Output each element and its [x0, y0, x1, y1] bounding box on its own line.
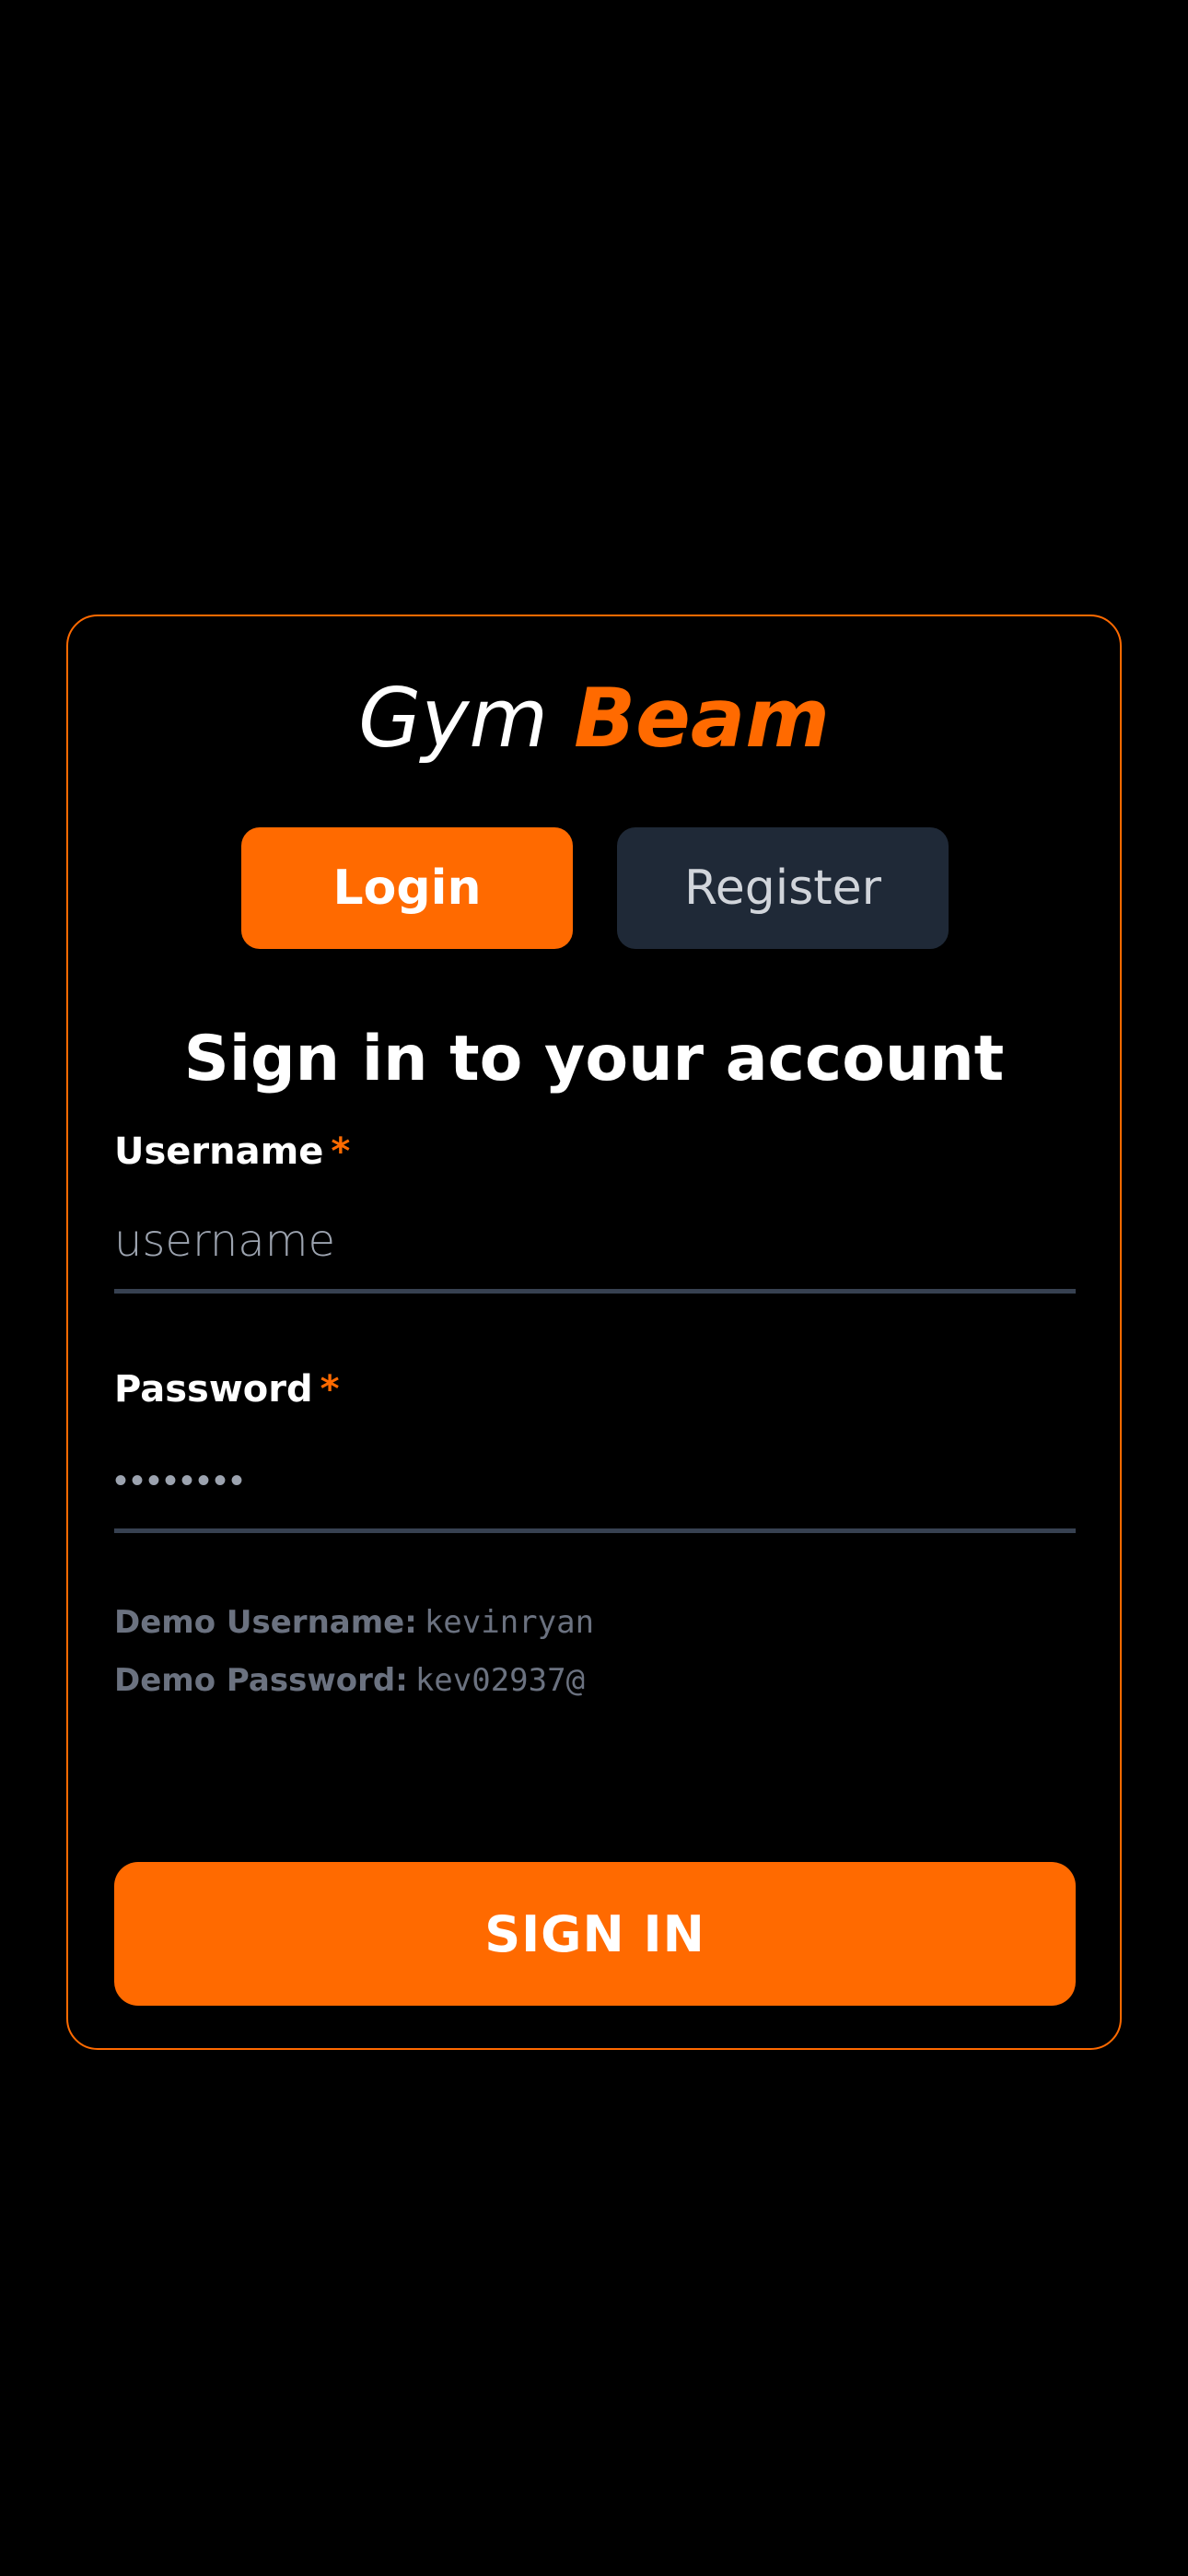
username-label: Username *: [114, 1130, 350, 1174]
demo-password-value: kev02937@: [414, 1662, 586, 1699]
demo-username-line: Demo Username: kevinryan: [114, 1604, 594, 1642]
tab-login[interactable]: Login: [241, 827, 573, 949]
required-marker: *: [331, 1130, 351, 1173]
brand-first-word: Gym: [358, 671, 549, 766]
username-label-text: Username: [114, 1130, 324, 1173]
username-input[interactable]: [114, 1192, 1076, 1294]
password-input[interactable]: [114, 1432, 1076, 1533]
demo-username-label: Demo Username:: [114, 1604, 417, 1641]
tab-register[interactable]: Register: [617, 827, 949, 949]
required-marker: *: [320, 1368, 340, 1411]
demo-password-label: Demo Password:: [114, 1662, 408, 1699]
brand-second-word: Beam: [574, 671, 830, 766]
login-card: Gym Beam Login Register Sign in to your …: [66, 615, 1122, 2050]
page-title: Sign in to your account: [183, 1023, 1005, 1095]
sign-in-button[interactable]: SIGN IN: [114, 1862, 1076, 2006]
brand-logo: Gym Beam: [68, 670, 1120, 767]
demo-username-value: kevinryan: [424, 1604, 595, 1641]
demo-password-line: Demo Password: kev02937@: [114, 1662, 585, 1700]
password-label: Password *: [114, 1367, 340, 1411]
password-label-text: Password: [114, 1368, 313, 1411]
